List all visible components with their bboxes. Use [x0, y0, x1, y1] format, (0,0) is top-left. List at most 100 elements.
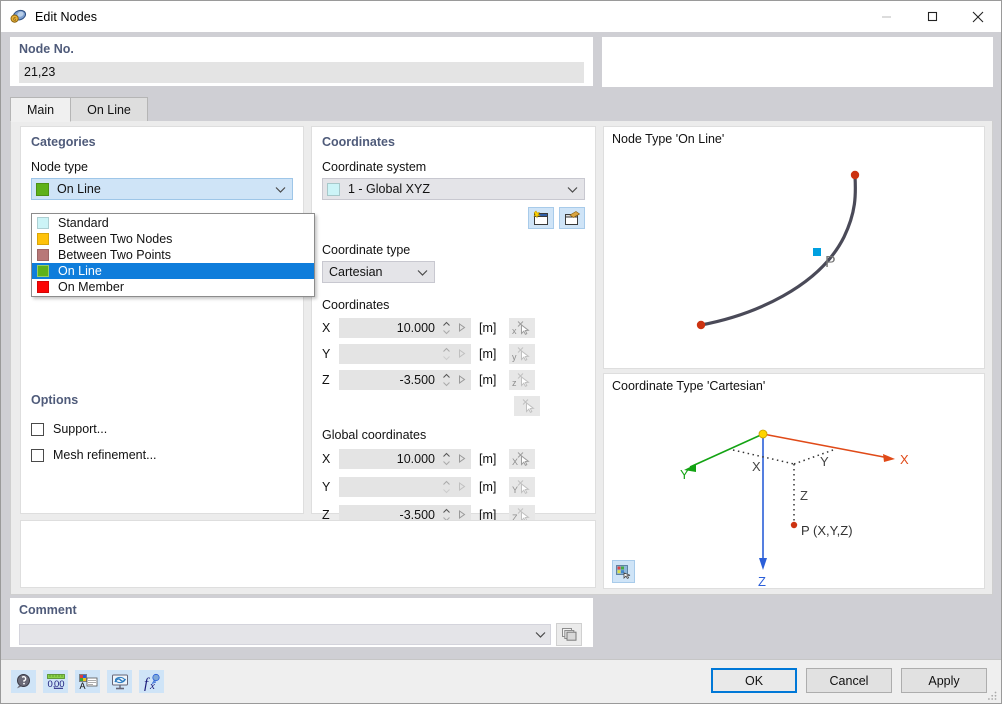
svg-text:X: X: [900, 452, 909, 467]
global-apply-x-icon[interactable]: [453, 448, 471, 469]
categories-panel: Categories Node type On Line Options Sup…: [20, 126, 315, 514]
comment-caption: Comment: [19, 603, 77, 617]
bottom-toolbar: 0, 00 A f x: [11, 670, 164, 693]
coordinate-y-input[interactable]: [339, 343, 439, 364]
global-coordinate-row-x: X 10.000 [m] X: [322, 446, 585, 471]
color-swatch: [37, 249, 49, 261]
resize-grip[interactable]: [986, 689, 998, 701]
node-type-preview-panel: Node Type 'On Line' P: [603, 126, 985, 369]
spinner-z[interactable]: [439, 369, 453, 390]
node-type-option-between-two-nodes[interactable]: Between Two Nodes: [32, 231, 314, 247]
bottom-bar: 0, 00 A f x OK Cancel Apply: [1, 659, 1001, 703]
view-icon[interactable]: [107, 670, 132, 693]
option-support[interactable]: Support...: [31, 419, 295, 439]
local-coordinates-label: Coordinates: [322, 298, 390, 312]
window-title: Edit Nodes: [35, 9, 98, 24]
dialog-buttons: OK Cancel Apply: [711, 668, 987, 693]
point-label: P: [825, 254, 836, 271]
global-coordinate-y-input[interactable]: [339, 476, 439, 497]
apply-button[interactable]: Apply: [901, 668, 987, 693]
coordinate-system-color-swatch: [327, 182, 340, 196]
picture-icon[interactable]: [612, 560, 635, 583]
options-caption: Options: [31, 393, 79, 407]
option-label: Standard: [58, 216, 109, 230]
pick-axis-letter: X: [512, 456, 519, 467]
node-no-caption: Node No.: [19, 42, 74, 56]
coordinate-x-input[interactable]: 10.000: [339, 317, 439, 338]
pick-axis-letter: y: [512, 351, 517, 362]
global-coordinate-x-input[interactable]: 10.000: [339, 448, 439, 469]
node-no-input[interactable]: 21,23: [19, 62, 584, 83]
pick-point-xyz-icon[interactable]: [514, 395, 540, 416]
close-button[interactable]: [955, 1, 1001, 32]
color-swatch: [37, 233, 49, 245]
node-type-combo[interactable]: On Line: [31, 178, 293, 200]
new-coordinate-system-icon[interactable]: [528, 207, 554, 229]
support-checkbox[interactable]: [31, 422, 44, 436]
global-unit-y: [m]: [479, 479, 497, 494]
tab-main[interactable]: Main: [10, 97, 72, 122]
mesh-refinement-checkbox[interactable]: [31, 448, 44, 462]
apply-z-icon[interactable]: [453, 369, 471, 390]
empty-panel: [20, 520, 596, 588]
pick-axis-letter: Y: [512, 484, 519, 495]
pick-axis-letter: z: [512, 377, 517, 388]
global-unit-x: [m]: [479, 451, 497, 466]
node-no-group: Node No. 21,23: [10, 37, 593, 86]
node-type-option-standard[interactable]: Standard: [32, 215, 314, 231]
node-type-option-between-two-points[interactable]: Between Two Points: [32, 247, 314, 263]
spinner-y[interactable]: [439, 343, 453, 364]
options-list: Support... Mesh refinement...: [31, 413, 295, 465]
node-type-label: Node type: [31, 160, 88, 174]
tab-on-line[interactable]: On Line: [70, 97, 148, 122]
comment-combo[interactable]: [19, 624, 551, 645]
global-pick-point-x-icon[interactable]: X: [509, 448, 535, 469]
node-type-option-on-line[interactable]: On Line: [32, 263, 314, 279]
minimize-button[interactable]: [863, 1, 909, 32]
spinner-x[interactable]: [439, 317, 453, 338]
node-type-preview-caption: Node Type 'On Line': [612, 132, 725, 146]
axis-label: Z: [322, 372, 330, 387]
edit-coordinate-system-icon[interactable]: [559, 207, 585, 229]
coordinate-z-input[interactable]: -3.500: [339, 369, 439, 390]
pick-point-y-icon[interactable]: y: [509, 343, 535, 364]
axis-label: Y: [322, 479, 331, 494]
maximize-button[interactable]: [909, 1, 955, 32]
option-support-label: Support...: [53, 422, 108, 436]
pick-point-z-icon[interactable]: z: [509, 369, 535, 390]
coordinate-system-combo[interactable]: 1 - Global XYZ: [322, 178, 585, 200]
svg-text:Z: Z: [800, 488, 808, 503]
svg-text:6: 6: [13, 17, 16, 23]
coordinate-type-preview-image: X Y Z X Y Z P (X,Y,Z): [680, 429, 909, 589]
display-properties-icon[interactable]: A: [75, 670, 100, 693]
comment-group: Comment: [10, 598, 593, 647]
node-type-option-on-member[interactable]: On Member: [32, 279, 314, 295]
svg-text:P (X,Y,Z): P (X,Y,Z): [801, 523, 853, 538]
axis-label: X: [322, 320, 331, 335]
ok-button[interactable]: OK: [711, 668, 797, 693]
coordinates-caption: Coordinates: [322, 135, 395, 149]
option-mesh-refinement[interactable]: Mesh refinement...: [31, 445, 295, 465]
option-label: On Member: [58, 280, 124, 294]
title-bar: 6 Edit Nodes: [1, 1, 1001, 32]
formula-icon[interactable]: f x: [139, 670, 164, 693]
node-type-value: On Line: [57, 182, 101, 196]
svg-text:Y: Y: [820, 454, 829, 469]
cancel-button[interactable]: Cancel: [806, 668, 892, 693]
global-pick-point-y-icon[interactable]: Y: [509, 476, 535, 497]
apply-y-icon[interactable]: [453, 343, 471, 364]
global-spinner-y[interactable]: [439, 476, 453, 497]
pick-axis-letter: x: [512, 325, 517, 336]
copy-comment-icon[interactable]: [556, 623, 582, 646]
pick-point-x-icon[interactable]: x: [509, 317, 535, 338]
comment-row: [19, 623, 584, 646]
info-icon[interactable]: [11, 670, 36, 693]
coordinate-type-combo[interactable]: Cartesian: [322, 261, 435, 283]
global-spinner-x[interactable]: [439, 448, 453, 469]
node-type-dropdown-list[interactable]: Standard Between Two Nodes Between Two P…: [31, 213, 315, 297]
apply-x-icon[interactable]: [453, 317, 471, 338]
unit-x: [m]: [479, 320, 497, 335]
coordinate-system-value: 1 - Global XYZ: [348, 182, 430, 196]
global-apply-y-icon[interactable]: [453, 476, 471, 497]
decimal-places-icon[interactable]: 0, 00: [43, 670, 68, 693]
